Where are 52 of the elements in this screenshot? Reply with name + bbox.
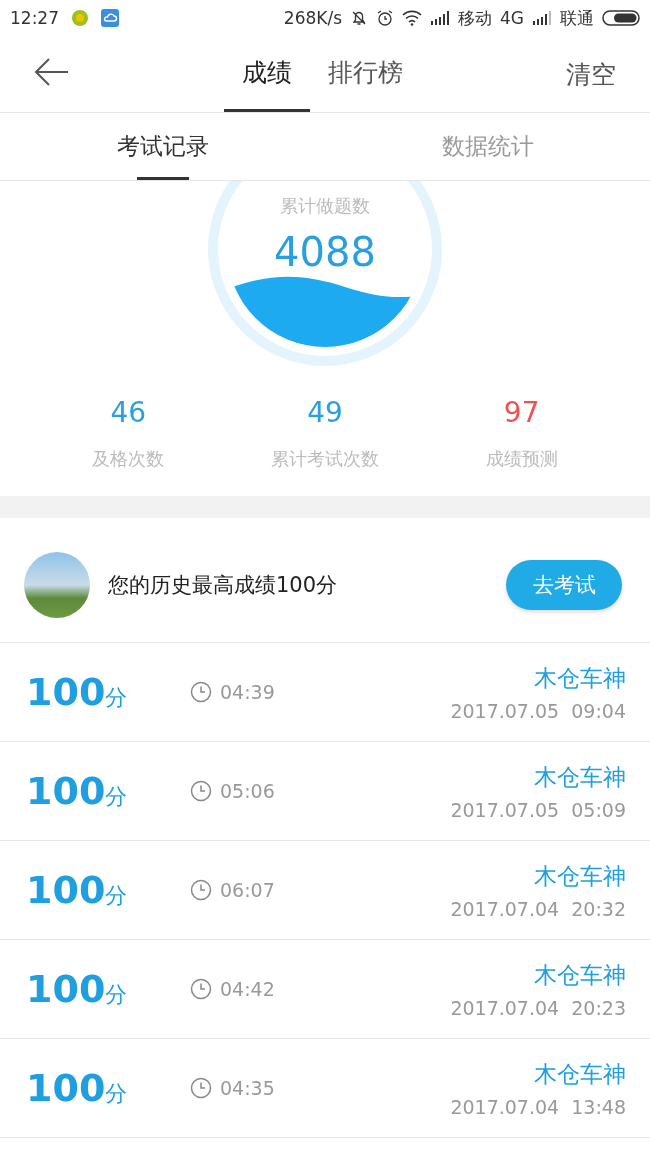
stat-value: 49 <box>307 396 343 429</box>
muted-bell-icon <box>350 9 368 27</box>
gauge-value: 4088 <box>273 229 377 275</box>
stat-value: 46 <box>110 396 147 429</box>
exam-duration: 06:07 <box>220 879 275 901</box>
exam-date: 2017.07.05 05:09 <box>450 798 626 821</box>
carrier-name: 联通 <box>560 6 594 30</box>
exam-duration: 04:35 <box>220 1077 275 1099</box>
score: 100分 <box>26 1066 129 1110</box>
stat-label: 成绩预测 <box>485 447 558 471</box>
clock-icon <box>190 879 212 901</box>
score: 100分 <box>26 868 129 912</box>
clock-icon <box>190 681 212 703</box>
app-icon <box>71 9 89 27</box>
user-name: 木仓车神 <box>534 861 626 891</box>
signal-icon <box>430 11 450 25</box>
carrier-name: 移动 <box>458 6 492 30</box>
clock-icon <box>190 780 212 802</box>
exam-date: 2017.07.04 20:23 <box>450 996 626 1019</box>
exam-date: 2017.07.05 09:04 <box>450 699 626 722</box>
user-name: 木仓车神 <box>534 960 626 990</box>
back-arrow-icon[interactable] <box>34 57 70 87</box>
signal-icon <box>532 11 552 25</box>
header-tab[interactable]: 成绩 <box>224 36 310 112</box>
network-type: 4G <box>500 8 524 28</box>
alarm-icon <box>376 9 394 27</box>
cloud-icon <box>101 9 119 27</box>
score: 100分 <box>26 670 129 714</box>
exam-date: 2017.07.04 20:32 <box>450 897 626 920</box>
score: 100分 <box>26 967 129 1011</box>
gauge-label: 累计做题数 <box>279 194 371 218</box>
best-score-text: 您的历史最高成绩100分 <box>108 572 339 599</box>
clear-button[interactable]: 清空 <box>560 36 622 112</box>
exam-duration: 04:42 <box>220 978 275 1000</box>
status-time: 12:27 <box>10 8 59 28</box>
user-name: 木仓车神 <box>534 1059 626 1089</box>
user-name: 木仓车神 <box>534 762 626 792</box>
exam-duration: 05:06 <box>220 780 275 802</box>
stat-label: 及格次数 <box>92 447 165 471</box>
header-tab[interactable]: 排行榜 <box>310 36 421 112</box>
network-speed: 268K/s <box>283 8 342 28</box>
stat-value: 97 <box>503 396 540 429</box>
clock-icon <box>190 978 212 1000</box>
exam-duration: 04:39 <box>220 681 275 703</box>
sub-tab[interactable]: 考试记录 <box>0 113 325 180</box>
user-name: 木仓车神 <box>534 663 626 693</box>
wifi-icon <box>402 10 422 26</box>
stat-label: 累计考试次数 <box>271 447 379 471</box>
exam-date: 2017.07.04 13:48 <box>450 1095 626 1118</box>
battery-icon <box>602 10 640 26</box>
score: 100分 <box>26 769 129 813</box>
clock-icon <box>190 1077 212 1099</box>
